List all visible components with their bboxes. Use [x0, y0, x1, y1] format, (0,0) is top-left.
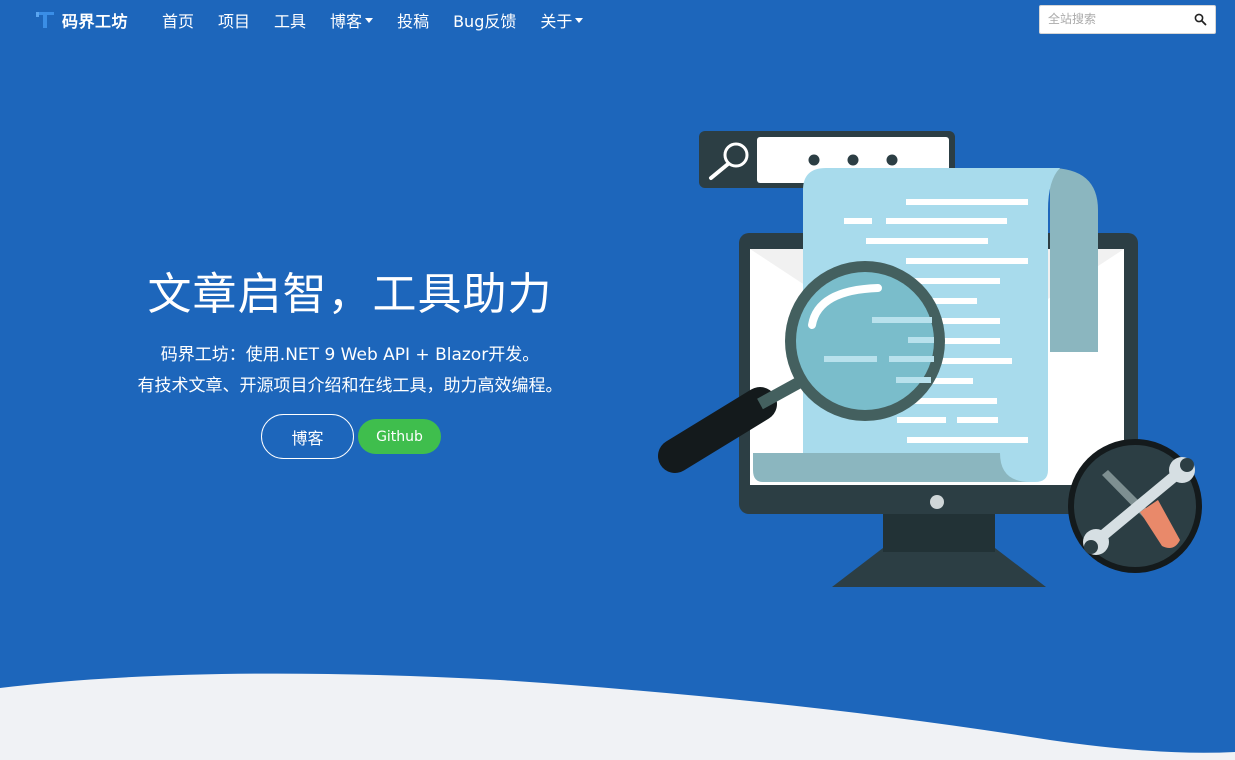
nav-links: 首页 项目 工具 博客 投稿 Bug反馈 关于	[150, 8, 595, 32]
hero-title: 文章启智，工具助力	[147, 269, 553, 320]
nav-item-label: 项目	[218, 12, 251, 31]
nav-item-tools[interactable]: 工具	[270, 8, 310, 32]
nav-item-label: 投稿	[397, 12, 430, 31]
nav-item-submit[interactable]: 投稿	[393, 8, 433, 32]
nav-item-home[interactable]: 首页	[158, 8, 198, 32]
caret-down-icon	[365, 17, 374, 23]
nav-item-label: Bug反馈	[453, 12, 517, 31]
github-button[interactable]: Github	[358, 419, 441, 454]
nav-item-label: 博客	[330, 12, 363, 31]
brand-name: 码界工坊	[62, 12, 129, 31]
top-navbar: 码界工坊 首页 项目 工具 博客 投稿 Bug反馈 关于	[0, 0, 1235, 40]
search-icon[interactable]	[1194, 13, 1207, 26]
tools-badge-graphic	[1068, 439, 1202, 573]
nav-item-blog-dropdown[interactable]: 博客	[326, 8, 377, 32]
site-search	[1039, 5, 1216, 34]
blog-button[interactable]: 博客	[261, 414, 354, 459]
nav-item-label: 关于	[540, 12, 573, 31]
nav-item-label: 工具	[274, 12, 307, 31]
brand-link[interactable]: 码界工坊	[34, 8, 128, 32]
hero-subtitle-line1: 码界工坊：使用.NET 9 Web API + Blazor开发。	[160, 345, 540, 365]
hero-illustration	[658, 131, 1202, 587]
hero-subtitle-line2: 有技术文章、开源项目介绍和在线工具，助力高效编程。	[137, 376, 563, 396]
nav-item-bug-feedback[interactable]: Bug反馈	[449, 8, 520, 32]
caret-down-icon	[575, 17, 584, 23]
nav-item-label: 首页	[162, 12, 195, 31]
nav-item-about-dropdown[interactable]: 关于	[536, 8, 587, 32]
brand-logo-icon	[36, 12, 54, 28]
bottom-wave	[0, 673, 1235, 760]
nav-item-projects[interactable]: 项目	[214, 8, 254, 32]
search-input[interactable]	[1048, 6, 1188, 32]
